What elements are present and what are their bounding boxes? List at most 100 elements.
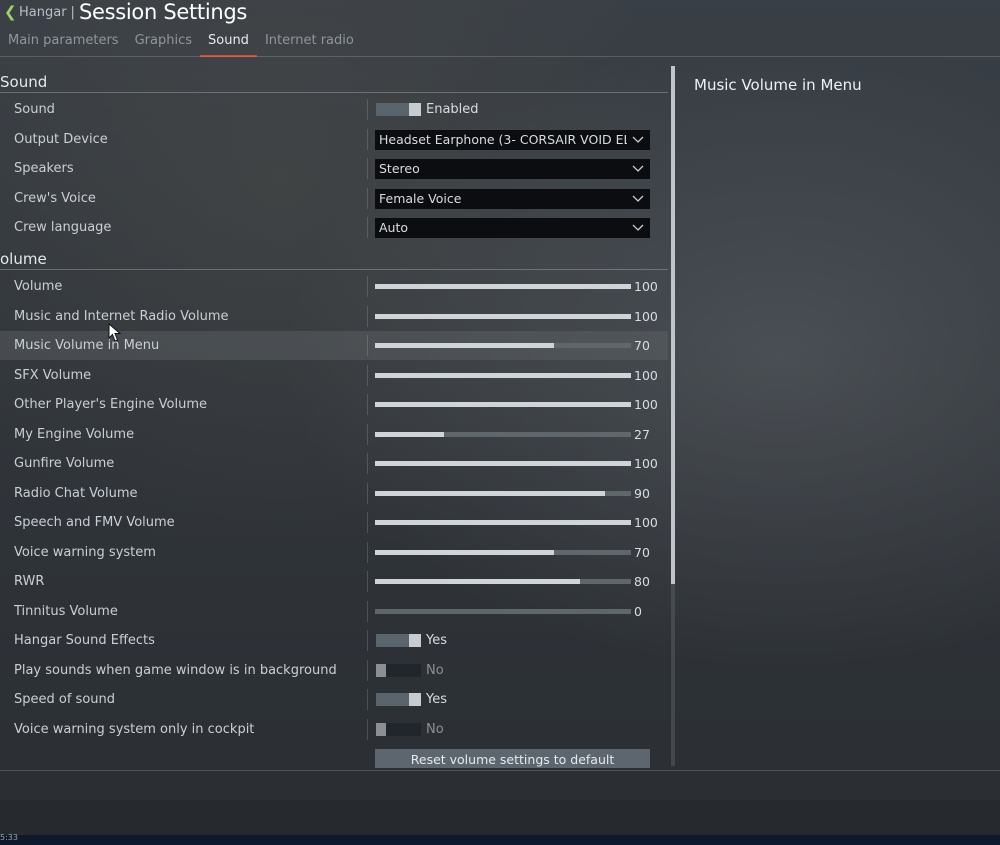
setting-row-sound: Sound Enabled: [0, 95, 668, 124]
back-arrow-icon[interactable]: ❮: [4, 4, 17, 20]
row-divider: [367, 364, 368, 386]
row-divider: [367, 482, 368, 504]
tab-sound[interactable]: Sound: [200, 30, 257, 57]
setting-label-other-player-s-engine-volume: Other Player's Engine Volume: [14, 397, 208, 412]
breadcrumb-separator: |: [70, 4, 75, 20]
footer-divider: [0, 770, 1000, 771]
setting-label-rwr: RWR: [14, 574, 45, 589]
crew-language-select[interactable]: Auto: [375, 218, 650, 238]
back-to-hangar-link[interactable]: Hangar: [19, 5, 67, 20]
toggle-knob[interactable]: [376, 663, 386, 677]
setting-label-volume: Volume: [14, 279, 63, 294]
setting-label-play-sounds-when-game-window-is-in-background: Play sounds when game window is in backg…: [14, 662, 337, 678]
sfx-volume-slider[interactable]: [375, 372, 631, 378]
play-sounds-when-game-window-is-in-background-toggle-state: No: [426, 662, 444, 678]
setting-label-sfx-volume: SFX Volume: [14, 367, 92, 383]
chevron-down-icon: [632, 165, 644, 172]
reset-volume-button-label: Reset volume settings to default: [410, 752, 615, 767]
other-player-s-engine-volume-slider[interactable]: [375, 402, 631, 407]
tinnitus-volume-slider[interactable]: [375, 608, 631, 614]
row-divider: [367, 571, 368, 592]
tab-main-parameters[interactable]: Main parameters: [0, 30, 127, 56]
sound-toggle[interactable]: [376, 103, 421, 116]
row-divider: [367, 541, 368, 563]
row-divider: [367, 630, 368, 651]
setting-row-volume: Volume 100: [0, 272, 668, 301]
setting-label-speakers: Speakers: [14, 161, 74, 176]
reset-volume-button[interactable]: Reset volume settings to default: [375, 749, 650, 768]
settings-scrollbar[interactable]: [671, 66, 675, 766]
row-divider: [367, 276, 368, 297]
my-engine-volume-slider[interactable]: [375, 431, 631, 437]
volume-slider[interactable]: [375, 284, 631, 289]
taskbar-clock: 5:33: [0, 833, 18, 842]
sfx-volume-slider-fill: [375, 372, 631, 378]
toggle-knob[interactable]: [409, 693, 421, 706]
row-divider: [367, 659, 368, 681]
voice-warning-system-only-in-cockpit-toggle-state: No: [426, 721, 444, 737]
chevron-down-icon: [632, 195, 644, 202]
row-divider: [367, 423, 368, 445]
rwr-slider[interactable]: [375, 579, 631, 584]
volume-value: 100: [634, 279, 658, 294]
output-device-select[interactable]: Headset Earphone (3- CORSAIR VOID ELITE …: [375, 129, 650, 150]
setting-row-radio-chat-volume: Radio Chat Volume 90: [0, 479, 668, 508]
speech-and-fmv-volume-slider[interactable]: [375, 520, 631, 525]
section-sound-title: Sound: [0, 73, 48, 91]
crew-s-voice-select[interactable]: Female Voice: [375, 188, 650, 209]
setting-row-music-and-internet-radio-volume: Music and Internet Radio Volume 100: [0, 302, 668, 331]
row-divider: [367, 335, 368, 356]
row-divider: [367, 600, 368, 622]
gunfire-volume-slider-fill: [375, 461, 631, 466]
setting-label-output-device: Output Device: [14, 131, 108, 147]
gunfire-volume-slider[interactable]: [375, 461, 631, 466]
setting-row-crew-language: Crew language Auto: [0, 213, 668, 242]
other-player-s-engine-volume-value: 100: [634, 397, 658, 412]
radio-chat-volume-value: 90: [634, 485, 650, 501]
toggle-knob[interactable]: [376, 722, 386, 736]
setting-row-speakers: Speakers Stereo: [0, 154, 668, 183]
voice-warning-system-slider[interactable]: [375, 549, 631, 555]
row-divider: [367, 453, 368, 474]
music-volume-in-menu-slider[interactable]: [375, 343, 631, 348]
music-and-internet-radio-volume-slider[interactable]: [375, 313, 631, 319]
settings-tabs: Main parameters Graphics Sound Internet …: [0, 30, 362, 58]
header: ❮ Hangar | Session Settings Main paramet…: [0, 0, 1000, 58]
section-volume-heading: olume: [0, 243, 668, 270]
hangar-sound-effects-toggle[interactable]: [376, 634, 421, 647]
row-divider: [367, 217, 368, 238]
toggle-knob[interactable]: [409, 103, 421, 116]
settings-list: Sound olume Reset volume settings to def…: [0, 66, 668, 768]
toggle-knob[interactable]: [409, 634, 421, 647]
setting-label-speech-and-fmv-volume: Speech and FMV Volume: [14, 515, 175, 530]
music-volume-in-menu-value: 70: [634, 338, 650, 353]
setting-row-tinnitus-volume: Tinnitus Volume 0: [0, 597, 668, 626]
setting-label-radio-chat-volume: Radio Chat Volume: [14, 485, 138, 501]
setting-label-hangar-sound-effects: Hangar Sound Effects: [14, 633, 155, 648]
voice-warning-system-only-in-cockpit-toggle[interactable]: [376, 722, 421, 736]
radio-chat-volume-slider[interactable]: [375, 490, 631, 496]
row-divider: [367, 512, 368, 533]
tinnitus-volume-value: 0: [634, 603, 642, 619]
chevron-down-icon: [632, 224, 644, 231]
speed-of-sound-toggle[interactable]: [376, 693, 421, 706]
speakers-select[interactable]: Stereo: [375, 159, 650, 179]
setting-row-sfx-volume: SFX Volume 100: [0, 361, 668, 390]
row-divider: [367, 158, 368, 179]
setting-row-crew-s-voice: Crew's Voice Female Voice: [0, 184, 668, 213]
my-engine-volume-slider-fill: [375, 431, 445, 437]
setting-label-gunfire-volume: Gunfire Volume: [14, 456, 115, 471]
hangar-sound-effects-toggle-state: Yes: [426, 633, 447, 648]
tab-graphics[interactable]: Graphics: [127, 30, 200, 56]
play-sounds-when-game-window-is-in-background-toggle[interactable]: [376, 663, 421, 677]
tab-internet-radio[interactable]: Internet radio: [257, 30, 362, 56]
rwr-value: 80: [634, 574, 650, 589]
row-divider: [367, 394, 368, 415]
scrollbar-thumb[interactable]: [671, 66, 675, 584]
voice-warning-system-value: 70: [634, 544, 650, 560]
setting-row-voice-warning-system-only-in-cockpit: Voice warning system only in cockpit No: [0, 715, 668, 744]
music-and-internet-radio-volume-slider-fill: [375, 313, 631, 319]
setting-label-my-engine-volume: My Engine Volume: [14, 426, 135, 442]
music-volume-in-menu-slider-fill: [375, 343, 555, 348]
footer-bar: [0, 800, 1000, 835]
